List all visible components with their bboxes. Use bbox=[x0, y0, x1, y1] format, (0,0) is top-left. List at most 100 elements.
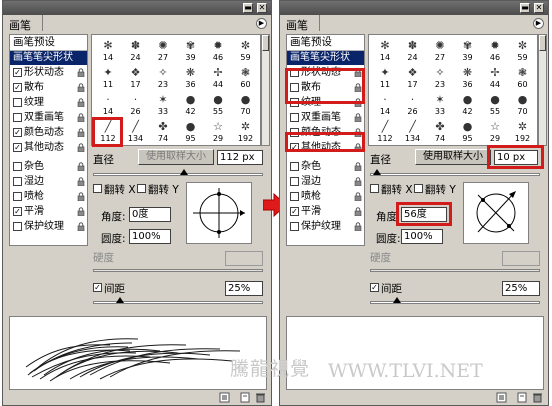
brush-tip-cell[interactable]: ❋ 36 bbox=[178, 65, 204, 92]
checkbox-unchecked[interactable] bbox=[13, 98, 22, 107]
category-item[interactable]: ✓ 形状动态 bbox=[10, 65, 87, 80]
lock-icon[interactable] bbox=[77, 98, 85, 107]
checkbox-checked[interactable]: ✓ bbox=[290, 207, 299, 216]
category-item[interactable]: ✓ 平滑 bbox=[287, 204, 364, 219]
brush-tip-cell[interactable]: ☆ 29 bbox=[482, 119, 508, 146]
brush-tip-cell[interactable]: ✢ 44 bbox=[205, 65, 231, 92]
tab-brush[interactable]: 画笔 bbox=[3, 15, 43, 32]
brush-tip-cell[interactable]: ● 70 bbox=[233, 92, 259, 119]
brush-tip-cell[interactable]: ✹ 46 bbox=[482, 38, 508, 65]
brush-tip-cell[interactable]: ✼ 59 bbox=[510, 38, 536, 65]
category-item[interactable]: 湿边 bbox=[10, 174, 87, 189]
flip-x-checkbox[interactable] bbox=[93, 184, 102, 193]
category-item[interactable]: 纹理 bbox=[10, 95, 87, 110]
brush-tip-cell[interactable]: ❃ 60 bbox=[233, 65, 259, 92]
brush-tip-cell[interactable]: ✲ 192 bbox=[510, 119, 536, 146]
category-item[interactable]: 保护纹理 bbox=[287, 219, 364, 234]
brush-tip-cell[interactable]: ● 55 bbox=[205, 92, 231, 119]
brush-tip-cell[interactable]: ✤ 74 bbox=[150, 119, 176, 146]
category-item[interactable]: ✓ 散布 bbox=[10, 80, 87, 95]
create-new-brush-icon[interactable] bbox=[516, 392, 527, 403]
brush-tip-cell[interactable]: ✽ 24 bbox=[400, 38, 426, 65]
brush-tip-cell[interactable]: ✹ 46 bbox=[205, 38, 231, 65]
close-button[interactable]: ✕ bbox=[257, 3, 267, 13]
spacing-checkbox[interactable]: ✓ bbox=[93, 283, 102, 292]
diameter-slider[interactable] bbox=[93, 169, 263, 176]
spacing-field[interactable]: 25% bbox=[225, 281, 263, 296]
minimize-button[interactable]: ▬ bbox=[243, 3, 253, 13]
category-item[interactable]: 双重画笔 bbox=[287, 110, 364, 125]
checkbox-unchecked[interactable] bbox=[13, 192, 22, 201]
checkbox-unchecked[interactable] bbox=[13, 177, 22, 186]
use-sample-size-button[interactable]: 使用取样大小 bbox=[415, 149, 491, 165]
checkbox-unchecked[interactable] bbox=[290, 192, 299, 201]
lock-icon[interactable] bbox=[77, 68, 85, 77]
brush-tip-cell[interactable]: ✧ 23 bbox=[427, 65, 453, 92]
brush-tip-cell[interactable]: ✶ 33 bbox=[150, 92, 176, 119]
brush-tip-cell[interactable]: ✲ 192 bbox=[233, 119, 259, 146]
lock-icon[interactable] bbox=[77, 222, 85, 231]
spacing-slider[interactable] bbox=[93, 297, 263, 304]
brush-tip-cell[interactable]: ● 55 bbox=[482, 92, 508, 119]
checkbox-checked[interactable]: ✓ bbox=[13, 68, 22, 77]
checkbox-unchecked[interactable] bbox=[290, 162, 299, 171]
category-item[interactable]: 杂色 bbox=[10, 159, 87, 174]
lock-icon[interactable] bbox=[354, 192, 362, 201]
lock-icon[interactable] bbox=[77, 113, 85, 122]
tab-brush[interactable]: 画笔 bbox=[280, 15, 320, 32]
checkbox-unchecked[interactable] bbox=[13, 113, 22, 122]
brush-tip-cell[interactable]: ✶ 33 bbox=[427, 92, 453, 119]
checkbox-unchecked[interactable] bbox=[290, 113, 299, 122]
brush-tip-cell[interactable]: ✼ 59 bbox=[233, 38, 259, 65]
category-item[interactable]: 保护纹理 bbox=[10, 219, 87, 234]
brush-tip-cell[interactable]: ✺ 27 bbox=[150, 38, 176, 65]
panel-menu-button[interactable]: ▶ bbox=[256, 18, 267, 29]
lock-icon[interactable] bbox=[77, 162, 85, 171]
lock-icon[interactable] bbox=[354, 222, 362, 231]
checkbox-unchecked[interactable] bbox=[13, 222, 22, 231]
brush-tip-cell[interactable]: ✢ 44 bbox=[482, 65, 508, 92]
checkbox-checked[interactable]: ✓ bbox=[13, 207, 22, 216]
grid-scrollbar[interactable] bbox=[261, 34, 270, 146]
category-item[interactable]: ✓ 平滑 bbox=[10, 204, 87, 219]
lock-icon[interactable] bbox=[354, 177, 362, 186]
brush-tip-cell[interactable]: ╱ 134 bbox=[123, 119, 149, 146]
grid-scrollbar[interactable] bbox=[538, 34, 547, 146]
brush-tip-cell[interactable]: ✦ 11 bbox=[372, 65, 398, 92]
flip-x-checkbox[interactable] bbox=[370, 184, 379, 193]
category-item[interactable]: 双重画笔 bbox=[10, 110, 87, 125]
create-new-brush-icon[interactable] bbox=[239, 392, 250, 403]
brush-tip-cell[interactable]: ✤ 74 bbox=[427, 119, 453, 146]
use-sample-size-button[interactable]: 使用取样大小 bbox=[138, 149, 214, 165]
lock-icon[interactable] bbox=[77, 83, 85, 92]
brush-tip-cell[interactable]: ● 42 bbox=[178, 92, 204, 119]
lock-icon[interactable] bbox=[354, 113, 362, 122]
delete-trash-icon[interactable] bbox=[532, 392, 543, 403]
brush-tip-cell[interactable]: ✧ 23 bbox=[150, 65, 176, 92]
diameter-slider[interactable] bbox=[370, 169, 540, 176]
checkbox-unchecked[interactable] bbox=[290, 177, 299, 186]
brush-tip-cell[interactable]: ❖ 17 bbox=[123, 65, 149, 92]
new-preset-icon[interactable] bbox=[219, 392, 230, 403]
slider-knob[interactable] bbox=[180, 169, 188, 175]
category-item[interactable]: 喷枪 bbox=[10, 189, 87, 204]
brush-tip-cell[interactable]: ● 70 bbox=[510, 92, 536, 119]
new-preset-icon[interactable] bbox=[496, 392, 507, 403]
brush-tip-cell[interactable]: ✻ 14 bbox=[95, 38, 121, 65]
lock-icon[interactable] bbox=[77, 192, 85, 201]
slider-knob[interactable] bbox=[373, 169, 381, 175]
scroll-thumb[interactable] bbox=[539, 35, 546, 51]
category-item[interactable]: ✓ 其他动态 bbox=[10, 140, 87, 155]
roundness-field[interactable]: 100% bbox=[129, 229, 171, 244]
scroll-thumb[interactable] bbox=[262, 35, 269, 51]
brush-tip-cell[interactable]: ● 42 bbox=[455, 92, 481, 119]
spacing-checkbox[interactable]: ✓ bbox=[370, 283, 379, 292]
angle-field[interactable]: 0度 bbox=[129, 207, 171, 222]
angle-roundness-widget[interactable] bbox=[186, 182, 252, 244]
lock-icon[interactable] bbox=[354, 207, 362, 216]
flip-y-checkbox[interactable] bbox=[414, 184, 423, 193]
spacing-slider[interactable] bbox=[370, 297, 540, 304]
brush-tip-cell[interactable]: ✾ 39 bbox=[455, 38, 481, 65]
diameter-field[interactable]: 112 px bbox=[217, 150, 263, 165]
brush-presets-item[interactable]: 画笔预设 bbox=[10, 35, 87, 51]
